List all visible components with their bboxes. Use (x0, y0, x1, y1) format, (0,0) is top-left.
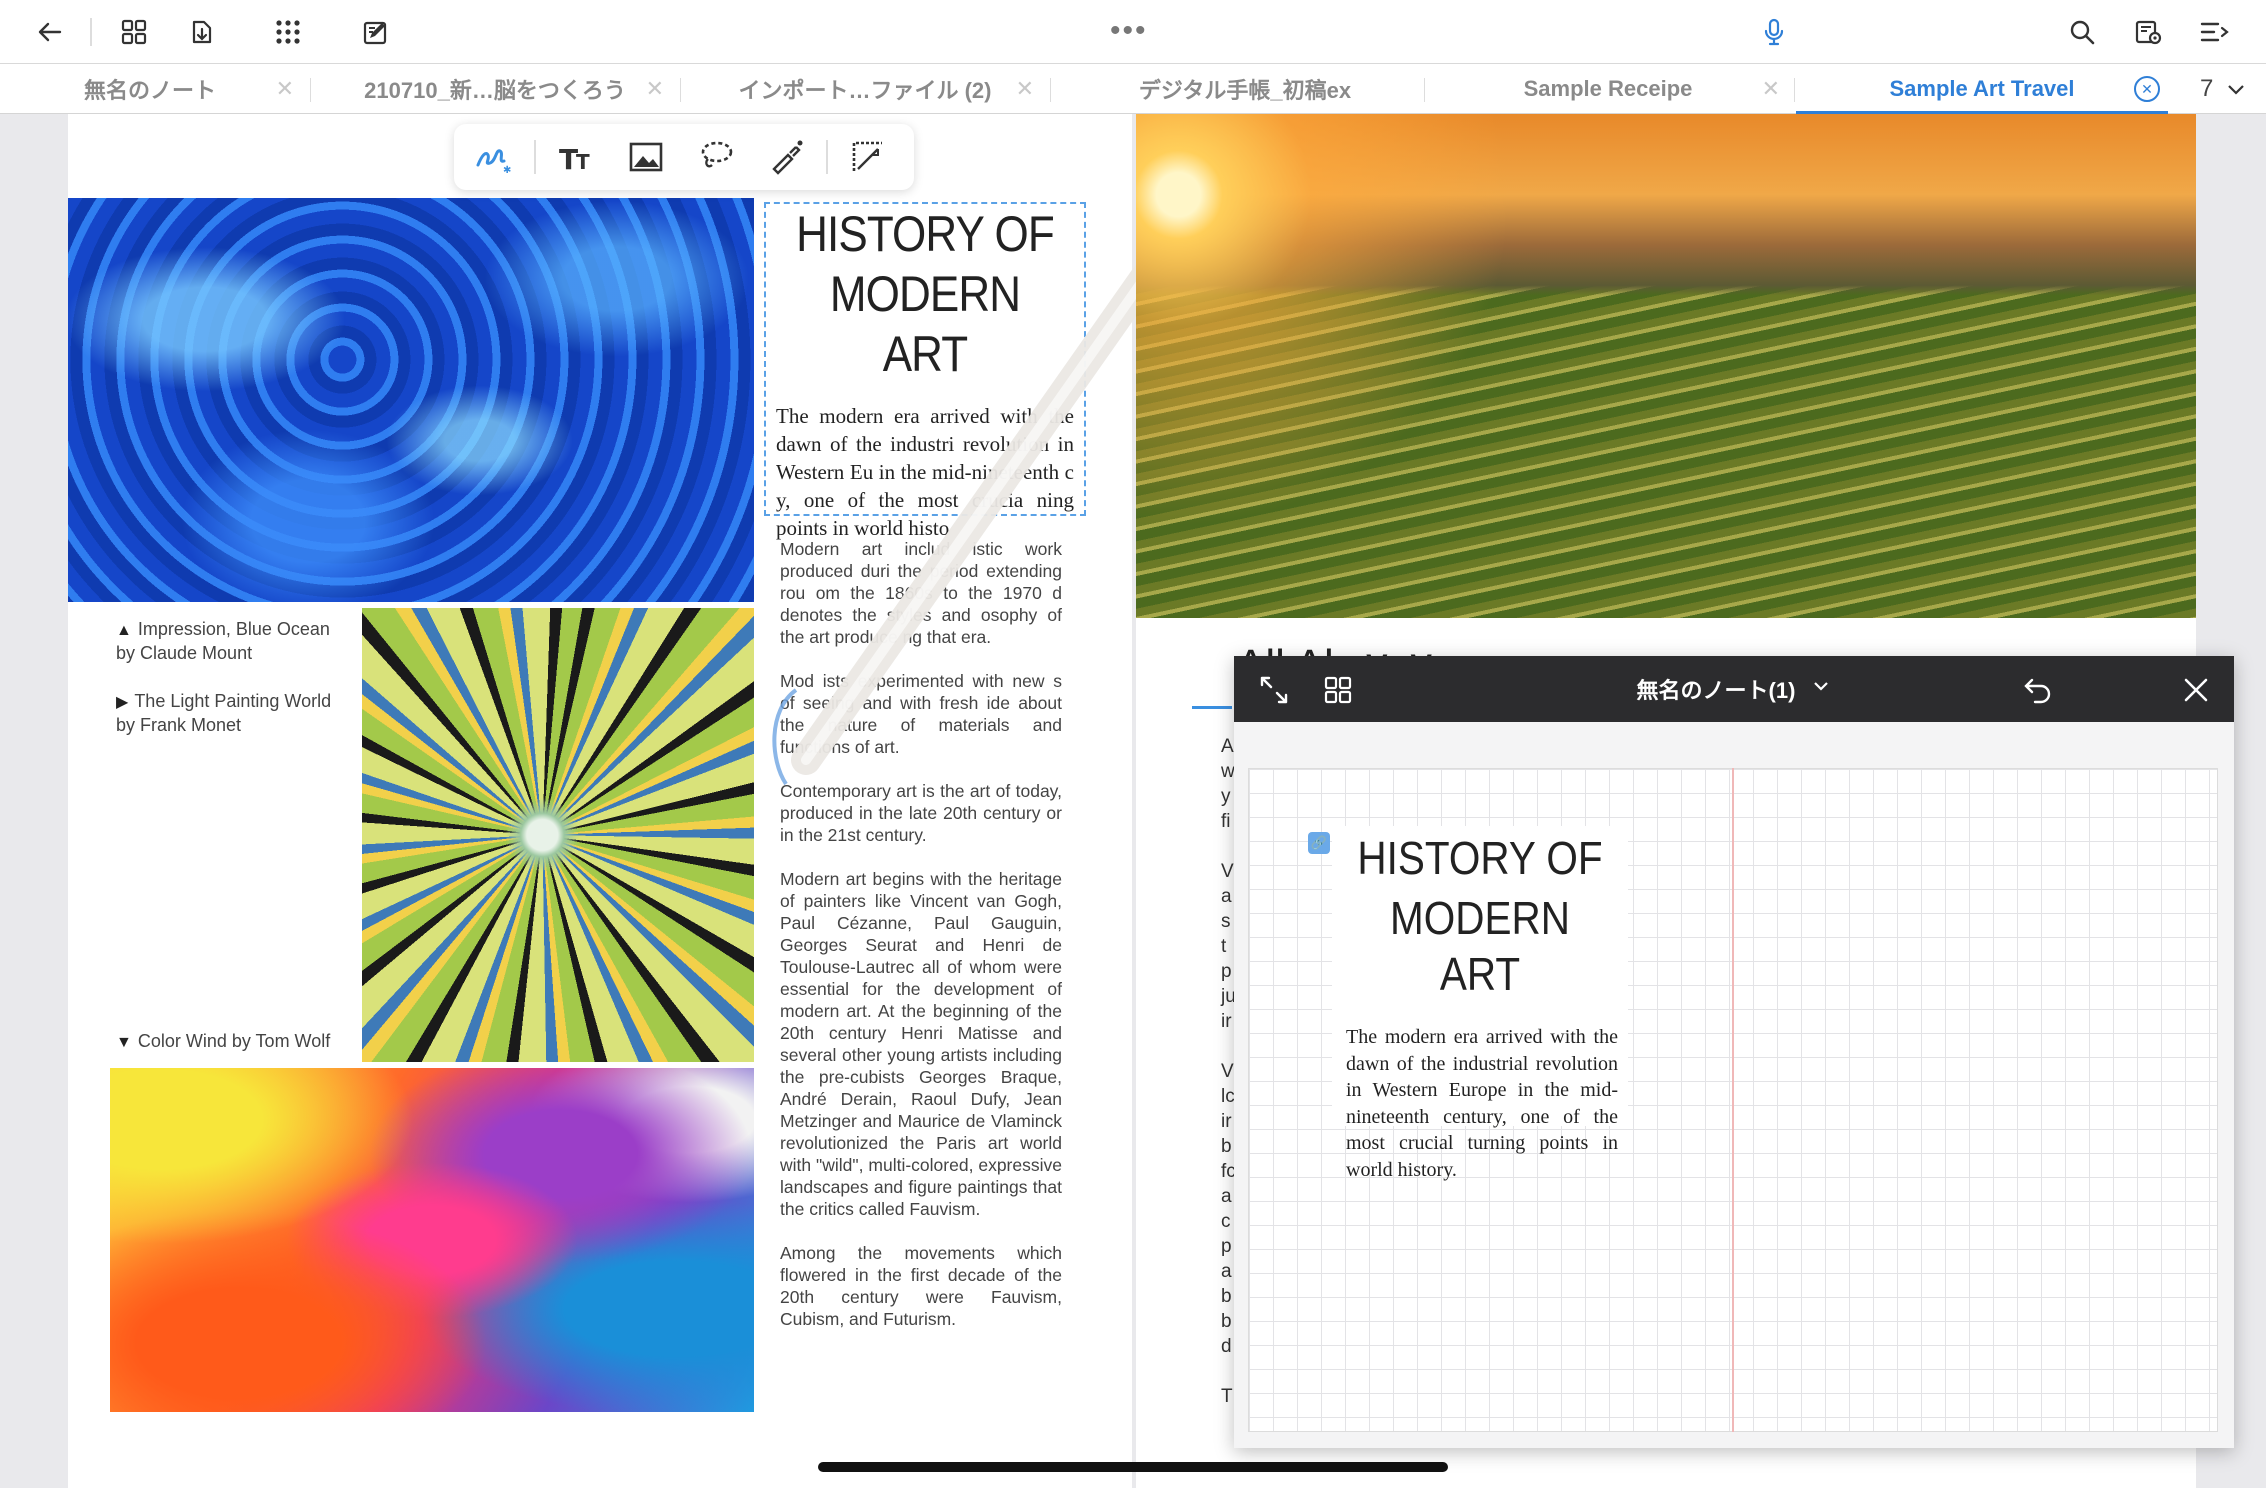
lasso-tool-icon[interactable] (686, 132, 746, 182)
triangle-up-icon: ▲ (116, 622, 132, 639)
tab-close-icon[interactable]: ✕ (1762, 76, 1780, 102)
body-paragraph: Among the movements which flowered in th… (780, 1243, 1062, 1329)
tab-count-dropdown[interactable]: 7 (2200, 64, 2247, 114)
tab-label: インポート…ファイル (2) (738, 78, 992, 103)
chevron-down-icon (2228, 85, 2245, 95)
triangle-down-icon: ▼ (116, 1034, 132, 1051)
undo-icon[interactable] (2016, 668, 2060, 712)
tab-divider (310, 78, 311, 102)
svg-text:T: T (576, 150, 590, 174)
floating-window-title[interactable]: 無名のノート(1) (1234, 656, 2234, 722)
body-paragraph: Mod ists experimented with new s of seei… (780, 671, 1062, 757)
caption-title: The Light Painting World (134, 691, 332, 711)
floating-note-window: 無名のノート(1) 🔗 HISTORY OF MODERN ART The mo… (1234, 656, 2234, 1448)
tab-divider (1794, 78, 1795, 102)
tab-sample-art-travel[interactable]: Sample Art Travel ✕ (1796, 64, 2168, 114)
intro-paragraph: The modern era arrived with the dawn of … (1346, 1026, 1618, 1181)
outline-menu-icon[interactable] (2196, 14, 2232, 50)
photo-rice-terraces[interactable] (1136, 114, 2196, 618)
tab-label: Sample Receipe (1523, 76, 1693, 101)
intro-paragraph: The modern era arrived with the dawn of … (776, 404, 1074, 540)
right-page-accent-line (1192, 706, 1232, 709)
caption-author: by Frank Monet (116, 715, 242, 735)
pen-tool-icon[interactable]: ✱ (464, 132, 524, 182)
tab-digital-planner[interactable]: デジタル手帳_初稿ex (1060, 64, 1430, 114)
body-paragraph: Modern art begins with the heritage of p… (780, 869, 1062, 1219)
caption-blue-ocean: ▲ Impression, Blue Ocean by Claude Mount (116, 618, 356, 664)
palette-divider (826, 140, 828, 174)
artwork-blue-ocean[interactable] (68, 198, 754, 602)
title-history-of: HISTORY OF (1357, 832, 1603, 884)
tool-palette: ✱ TT (454, 124, 914, 190)
selected-text-box[interactable]: HISTORY OF MODERN ART The modern era arr… (764, 202, 1086, 540)
palette-divider (534, 140, 536, 174)
toolbar-divider (90, 18, 92, 46)
tab-label: 210710_新…脳をつくろう (364, 78, 626, 103)
top-toolbar: ••• (0, 0, 2266, 64)
text-tool-icon[interactable]: TT (546, 132, 606, 182)
microphone-icon[interactable] (1756, 14, 1792, 50)
tab-divider (1424, 78, 1425, 102)
apps-icon[interactable] (270, 14, 306, 50)
tab-close-icon[interactable]: ✕ (276, 76, 294, 102)
more-handle[interactable]: ••• (1110, 14, 1148, 48)
artwork-color-wind[interactable] (110, 1068, 754, 1412)
body-paragraph: Modern art includ istic work produced du… (780, 539, 1062, 647)
triangle-right-icon: ▶ (116, 694, 129, 711)
caption-light-painting: ▶ The Light Painting World by Frank Monet (116, 690, 356, 736)
image-tool-icon[interactable] (616, 132, 676, 182)
svg-text:✱: ✱ (503, 165, 511, 176)
title-modern-art: MODERN ART (829, 266, 1021, 382)
caption-color-wind: ▼ Color Wind by Tom Wolf (116, 1030, 356, 1054)
pasted-text-box[interactable]: HISTORY OF MODERN ART The modern era arr… (1332, 826, 1628, 1181)
tab-untitled-note[interactable]: 無名のノート ✕ (0, 64, 300, 114)
tab-count: 7 (2200, 75, 2214, 102)
floating-window-header: 無名のノート(1) (1234, 656, 2234, 722)
tab-close-icon[interactable]: ✕ (1016, 76, 1034, 102)
close-icon[interactable] (2174, 668, 2218, 712)
caption-title: Color Wind by Tom Wolf (137, 1031, 331, 1051)
tab-210710[interactable]: 210710_新…脳をつくろう ✕ (320, 64, 670, 114)
body-column: Modern art includ istic work produced du… (780, 538, 1062, 1352)
shape-tool-icon[interactable] (838, 132, 898, 182)
laser-pointer-icon[interactable] (756, 132, 816, 182)
tab-close-circle-icon[interactable]: ✕ (2134, 76, 2160, 102)
export-icon[interactable] (184, 14, 220, 50)
search-icon[interactable] (2064, 14, 2100, 50)
caption-title: Impression, Blue Ocean (137, 619, 330, 639)
body-paragraph: Contemporary art is the art of today, pr… (780, 781, 1062, 845)
tab-divider (1050, 78, 1051, 102)
page-margin-line (1732, 768, 1734, 1432)
title-modern-art: MODERN ART (1390, 892, 1570, 1000)
caption-author: by Claude Mount (116, 643, 253, 663)
grid-icon[interactable] (116, 14, 152, 50)
link-icon[interactable]: 🔗 (1308, 832, 1330, 854)
home-indicator[interactable] (818, 1462, 1448, 1472)
floating-window-title-text: 無名のノート(1) (1636, 678, 1796, 703)
tab-divider (680, 78, 681, 102)
back-arrow-icon[interactable] (32, 14, 68, 50)
tab-label: 無名のノート (83, 78, 216, 103)
tab-import-file[interactable]: インポート…ファイル (2) ✕ (690, 64, 1040, 114)
title-history-of: HISTORY OF (796, 206, 1055, 262)
tab-close-icon[interactable]: ✕ (646, 76, 664, 102)
tab-bar: 無名のノート ✕ 210710_新…脳をつくろう ✕ インポート…ファイル (2… (0, 64, 2266, 114)
settings-page-icon[interactable] (2130, 14, 2166, 50)
tab-label: デジタル手帳_初稿ex (1138, 78, 1352, 103)
edit-notes-icon[interactable] (358, 14, 394, 50)
tab-label: Sample Art Travel (1889, 76, 2075, 101)
artwork-light-painting[interactable] (362, 608, 754, 1062)
chevron-down-icon (1811, 676, 1831, 702)
tab-sample-receipe[interactable]: Sample Receipe ✕ (1430, 64, 1786, 114)
